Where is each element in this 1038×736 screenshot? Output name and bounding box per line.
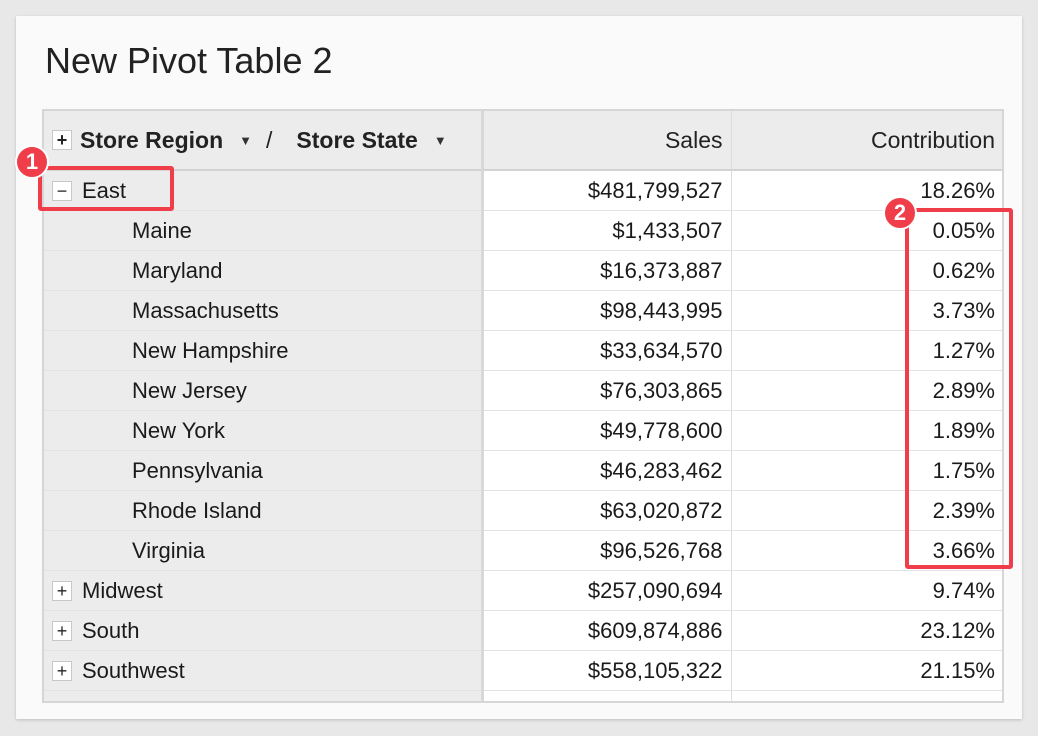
sales-column-header[interactable]: Sales: [482, 111, 732, 171]
sales-cell: $49,778,600: [482, 410, 732, 451]
region-label: Southwest: [82, 657, 185, 683]
sales-cell: $16,373,887: [482, 250, 732, 291]
contribution-cell: 18.26%: [731, 170, 1002, 211]
table-row-midwest: + Midwest $257,090,694 9.74%: [44, 570, 1002, 611]
state-label: Massachusetts: [132, 297, 279, 323]
table-row: New Jersey $76,303,865 2.89%: [44, 370, 1002, 411]
sales-cell: $98,443,995: [482, 290, 732, 331]
sales-cell: $481,799,527: [482, 170, 732, 211]
contribution-cell: 1.75%: [731, 450, 1002, 491]
table-row-southwest: + Southwest $558,105,322 21.15%: [44, 650, 1002, 691]
contribution-cell: 23.12%: [731, 610, 1002, 651]
table-row: Maryland $16,373,887 0.62%: [44, 250, 1002, 291]
contribution-cell: 9.74%: [731, 570, 1002, 611]
sales-cell: $46,283,462: [482, 450, 732, 491]
contribution-cell: 2.89%: [731, 370, 1002, 411]
contribution-cell: 2.39%: [731, 490, 1002, 531]
table-row-partial: [44, 690, 1002, 701]
sales-cell: $558,105,322: [482, 650, 732, 691]
state-label: Maine: [132, 217, 192, 243]
contribution-cell: 3.73%: [731, 290, 1002, 331]
state-label: Virginia: [132, 537, 205, 563]
sales-cell: $76,303,865: [482, 370, 732, 411]
store-state-dropdown-icon[interactable]: ▼: [434, 133, 447, 148]
state-label: Pennsylvania: [132, 457, 263, 483]
sales-cell: $96,526,768: [482, 530, 732, 571]
pivot-table: + Store Region ▼ / Store State ▼ Sales C…: [42, 109, 1004, 703]
region-label: Midwest: [82, 577, 163, 603]
contribution-cell: 1.27%: [731, 330, 1002, 371]
annotation-marker-2: 2: [883, 196, 917, 230]
sales-cell: $609,874,886: [482, 610, 732, 651]
region-label: East: [82, 177, 127, 203]
field-separator: /: [266, 126, 273, 153]
contribution-column-header[interactable]: Contribution: [731, 111, 1002, 171]
state-label: New Hampshire: [132, 337, 289, 363]
table-row-south: + South $609,874,886 23.12%: [44, 610, 1002, 651]
sales-cell: $257,090,694: [482, 570, 732, 611]
table-row: Maine $1,433,507 0.05%: [44, 210, 1002, 251]
contribution-cell: 3.66%: [731, 530, 1002, 571]
table-row-east: − East $481,799,527 18.26%: [44, 170, 1002, 211]
store-region-dropdown-icon[interactable]: ▼: [239, 133, 252, 148]
expand-icon[interactable]: +: [52, 660, 72, 681]
sales-cell: $1,433,507: [482, 210, 732, 251]
expand-all-icon[interactable]: +: [52, 130, 72, 150]
contribution-cell: 1.89%: [731, 410, 1002, 451]
store-region-field[interactable]: Store Region: [80, 127, 223, 154]
contribution-cell: 0.62%: [731, 250, 1002, 291]
state-label: Rhode Island: [132, 497, 262, 523]
collapse-icon[interactable]: −: [52, 180, 72, 201]
contribution-cell: 0.05%: [731, 210, 1002, 251]
page-title: New Pivot Table 2: [45, 40, 333, 81]
region-label: South: [82, 617, 140, 643]
table-row: Rhode Island $63,020,872 2.39%: [44, 490, 1002, 531]
table-row: Virginia $96,526,768 3.66%: [44, 530, 1002, 571]
expand-icon[interactable]: +: [52, 580, 72, 601]
annotation-marker-1: 1: [15, 145, 49, 179]
table-row: New York $49,778,600 1.89%: [44, 410, 1002, 451]
sales-cell: $63,020,872: [482, 490, 732, 531]
state-label: Maryland: [132, 257, 223, 283]
table-row: New Hampshire $33,634,570 1.27%: [44, 330, 1002, 371]
pivot-table-card: New Pivot Table 2 + Store Region ▼ / Sto…: [16, 16, 1022, 719]
contribution-cell: 21.15%: [731, 650, 1002, 691]
store-state-field[interactable]: Store State: [296, 127, 417, 154]
sales-cell: $33,634,570: [482, 330, 732, 371]
table-row: Massachusetts $98,443,995 3.73%: [44, 290, 1002, 331]
row-fields-header: + Store Region ▼ / Store State ▼: [44, 111, 484, 171]
expand-icon[interactable]: +: [52, 620, 72, 641]
table-row: Pennsylvania $46,283,462 1.75%: [44, 450, 1002, 491]
state-label: New York: [132, 417, 225, 443]
state-label: New Jersey: [132, 377, 247, 403]
table-header-row: + Store Region ▼ / Store State ▼ Sales C…: [44, 111, 1002, 171]
